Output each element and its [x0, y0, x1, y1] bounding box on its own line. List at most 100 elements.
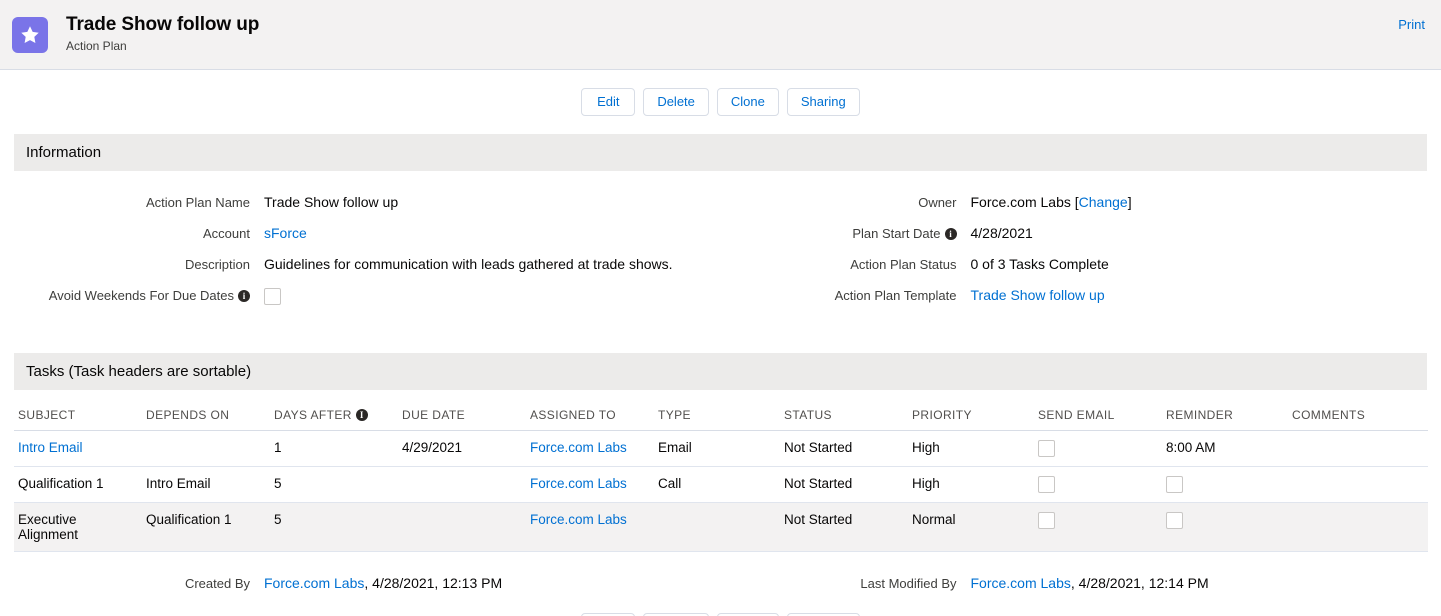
column-header-reminder[interactable]: REMINDER [1162, 404, 1288, 431]
created-by-meta: , 4/28/2021, 12:13 PM [364, 575, 503, 591]
cell-comments [1288, 430, 1428, 467]
field-label-owner: Owner [918, 195, 957, 210]
information-left-column: Action Plan Name Trade Show follow up Ac… [14, 193, 721, 317]
print-link[interactable]: Print [1398, 17, 1425, 32]
column-header-assigned-to[interactable]: ASSIGNED TO [526, 404, 654, 431]
reminder-checkbox[interactable] [1166, 512, 1183, 529]
cell-subject: Qualification 1 [14, 466, 142, 503]
column-header-due-date[interactable]: DUE DATE [398, 404, 526, 431]
assigned-to-link[interactable]: Force.com Labs [530, 512, 627, 527]
field-value-owner: Force.com Labs [Change] [971, 193, 1132, 212]
field-value-description: Guidelines for communication with leads … [264, 256, 673, 272]
cell-comments [1288, 502, 1428, 552]
column-header-status[interactable]: STATUS [780, 404, 908, 431]
cell-days-after: 1 [270, 430, 398, 467]
field-action-plan-status: Action Plan Status 0 of 3 Tasks Complete [721, 255, 1428, 274]
action-button-row-top: Edit Delete Clone Sharing [0, 88, 1441, 116]
cell-reminder [1162, 466, 1288, 503]
owner-change-bracket-open: [ [1070, 194, 1079, 210]
created-by-user-link[interactable]: Force.com Labs [264, 575, 364, 591]
clone-button[interactable]: Clone [716, 88, 779, 116]
cell-type [654, 502, 780, 552]
last-modified-by-user-link[interactable]: Force.com Labs [971, 575, 1071, 591]
field-avoid-weekends: Avoid Weekends For Due Dates i [14, 286, 721, 305]
cell-due-date [398, 466, 526, 503]
info-icon[interactable]: i [238, 290, 250, 302]
cell-subject: Executive Alignment [14, 502, 142, 552]
field-label-account: Account [203, 226, 250, 241]
cell-depends-on: Intro Email [142, 466, 270, 503]
field-label-plan-start-date-text: Plan Start Date [852, 226, 941, 241]
tasks-section: Tasks (Task headers are sortable) SUBJEC… [14, 353, 1428, 552]
cell-status: Not Started [780, 430, 908, 467]
cell-days-after: 5 [270, 502, 398, 552]
field-value-plan-start-date: 4/28/2021 [970, 225, 1033, 241]
cell-due-date [398, 502, 526, 552]
information-section-header: Information [14, 134, 1427, 171]
field-value-action-plan-template: Trade Show follow up [971, 286, 1105, 305]
send-email-checkbox[interactable] [1038, 476, 1055, 493]
avoid-weekends-checkbox[interactable] [264, 287, 281, 305]
sharing-button[interactable]: Sharing [786, 88, 860, 116]
information-section: Information Action Plan Name Trade Show … [14, 134, 1427, 323]
page-header: Trade Show follow up Action Plan Print [0, 0, 1441, 70]
star-icon [12, 16, 48, 53]
column-header-comments[interactable]: COMMENTS [1288, 404, 1428, 431]
assigned-to-link[interactable]: Force.com Labs [530, 476, 627, 491]
audit-section: Created By Force.com Labs, 4/28/2021, 12… [14, 574, 1427, 593]
info-icon[interactable]: i [944, 228, 957, 240]
last-modified-by-value: Force.com Labs, 4/28/2021, 12:14 PM [971, 574, 1209, 593]
cell-depends-on [142, 430, 270, 467]
reminder-checkbox[interactable] [1166, 476, 1183, 493]
page-title: Trade Show follow up [66, 14, 260, 36]
information-right-column: Owner Force.com Labs [Change] Plan Start… [721, 193, 1428, 317]
audit-row: Created By Force.com Labs, 4/28/2021, 12… [14, 574, 1427, 593]
delete-button[interactable]: Delete [643, 88, 709, 116]
field-label-plan-start-date: Plan Start Date i [721, 224, 971, 243]
field-value-action-plan-name: Trade Show follow up [264, 194, 399, 210]
column-header-type[interactable]: TYPE [654, 404, 780, 431]
cell-status: Not Started [780, 466, 908, 503]
cell-assigned-to: Force.com Labs [526, 466, 654, 503]
created-by-value: Force.com Labs, 4/28/2021, 12:13 PM [264, 574, 502, 593]
cell-days-after: 5 [270, 466, 398, 503]
send-email-checkbox[interactable] [1038, 440, 1055, 457]
column-header-subject[interactable]: SUBJECT [14, 404, 142, 431]
tasks-section-header: Tasks (Task headers are sortable) [14, 353, 1427, 390]
last-modified-by-label: Last Modified By [860, 576, 957, 591]
tasks-table: SUBJECT DEPENDS ON DAYS AFTER i DUE DATE … [14, 404, 1428, 552]
assigned-to-link[interactable]: Force.com Labs [530, 440, 627, 455]
owner-name: Force.com Labs [970, 194, 1071, 210]
cell-type: Email [654, 430, 780, 467]
column-header-depends-on[interactable]: DEPENDS ON [142, 404, 270, 431]
cell-depends-on: Qualification 1 [142, 502, 270, 552]
field-label-action-plan-status: Action Plan Status [850, 257, 957, 272]
column-header-priority[interactable]: PRIORITY [908, 404, 1034, 431]
table-row: Qualification 1 Intro Email 5 Force.com … [14, 466, 1428, 503]
cell-status: Not Started [780, 502, 908, 552]
cell-assigned-to: Force.com Labs [526, 502, 654, 552]
cell-subject: Intro Email [14, 430, 142, 467]
field-label-action-plan-name: Action Plan Name [145, 195, 250, 210]
table-row: Executive Alignment Qualification 1 5 Fo… [14, 502, 1428, 552]
column-header-days-after[interactable]: DAYS AFTER i [270, 404, 398, 431]
owner-change-link[interactable]: Change [1079, 194, 1128, 210]
account-link[interactable]: sForce [264, 225, 307, 241]
tasks-table-body: Intro Email 1 4/29/2021 Force.com Labs E… [14, 430, 1428, 552]
field-label-avoid-weekends: Avoid Weekends For Due Dates i [14, 286, 264, 305]
owner-change-bracket-close: ] [1127, 194, 1132, 210]
cell-comments [1288, 466, 1428, 503]
field-description: Description Guidelines for communication… [14, 255, 721, 274]
column-header-send-email[interactable]: SEND EMAIL [1034, 404, 1162, 431]
field-label-avoid-weekends-text: Avoid Weekends For Due Dates [48, 288, 234, 303]
action-plan-template-link[interactable]: Trade Show follow up [971, 287, 1105, 303]
created-by-label: Created By [184, 576, 250, 591]
tasks-table-head: SUBJECT DEPENDS ON DAYS AFTER i DUE DATE … [14, 404, 1428, 431]
cell-send-email [1034, 502, 1162, 552]
task-subject-link[interactable]: Intro Email [18, 440, 83, 455]
header-titles: Trade Show follow up Action Plan [66, 15, 259, 53]
cell-assigned-to: Force.com Labs [526, 430, 654, 467]
info-icon[interactable]: i [355, 409, 368, 421]
send-email-checkbox[interactable] [1038, 512, 1055, 529]
edit-button[interactable]: Edit [581, 88, 636, 116]
